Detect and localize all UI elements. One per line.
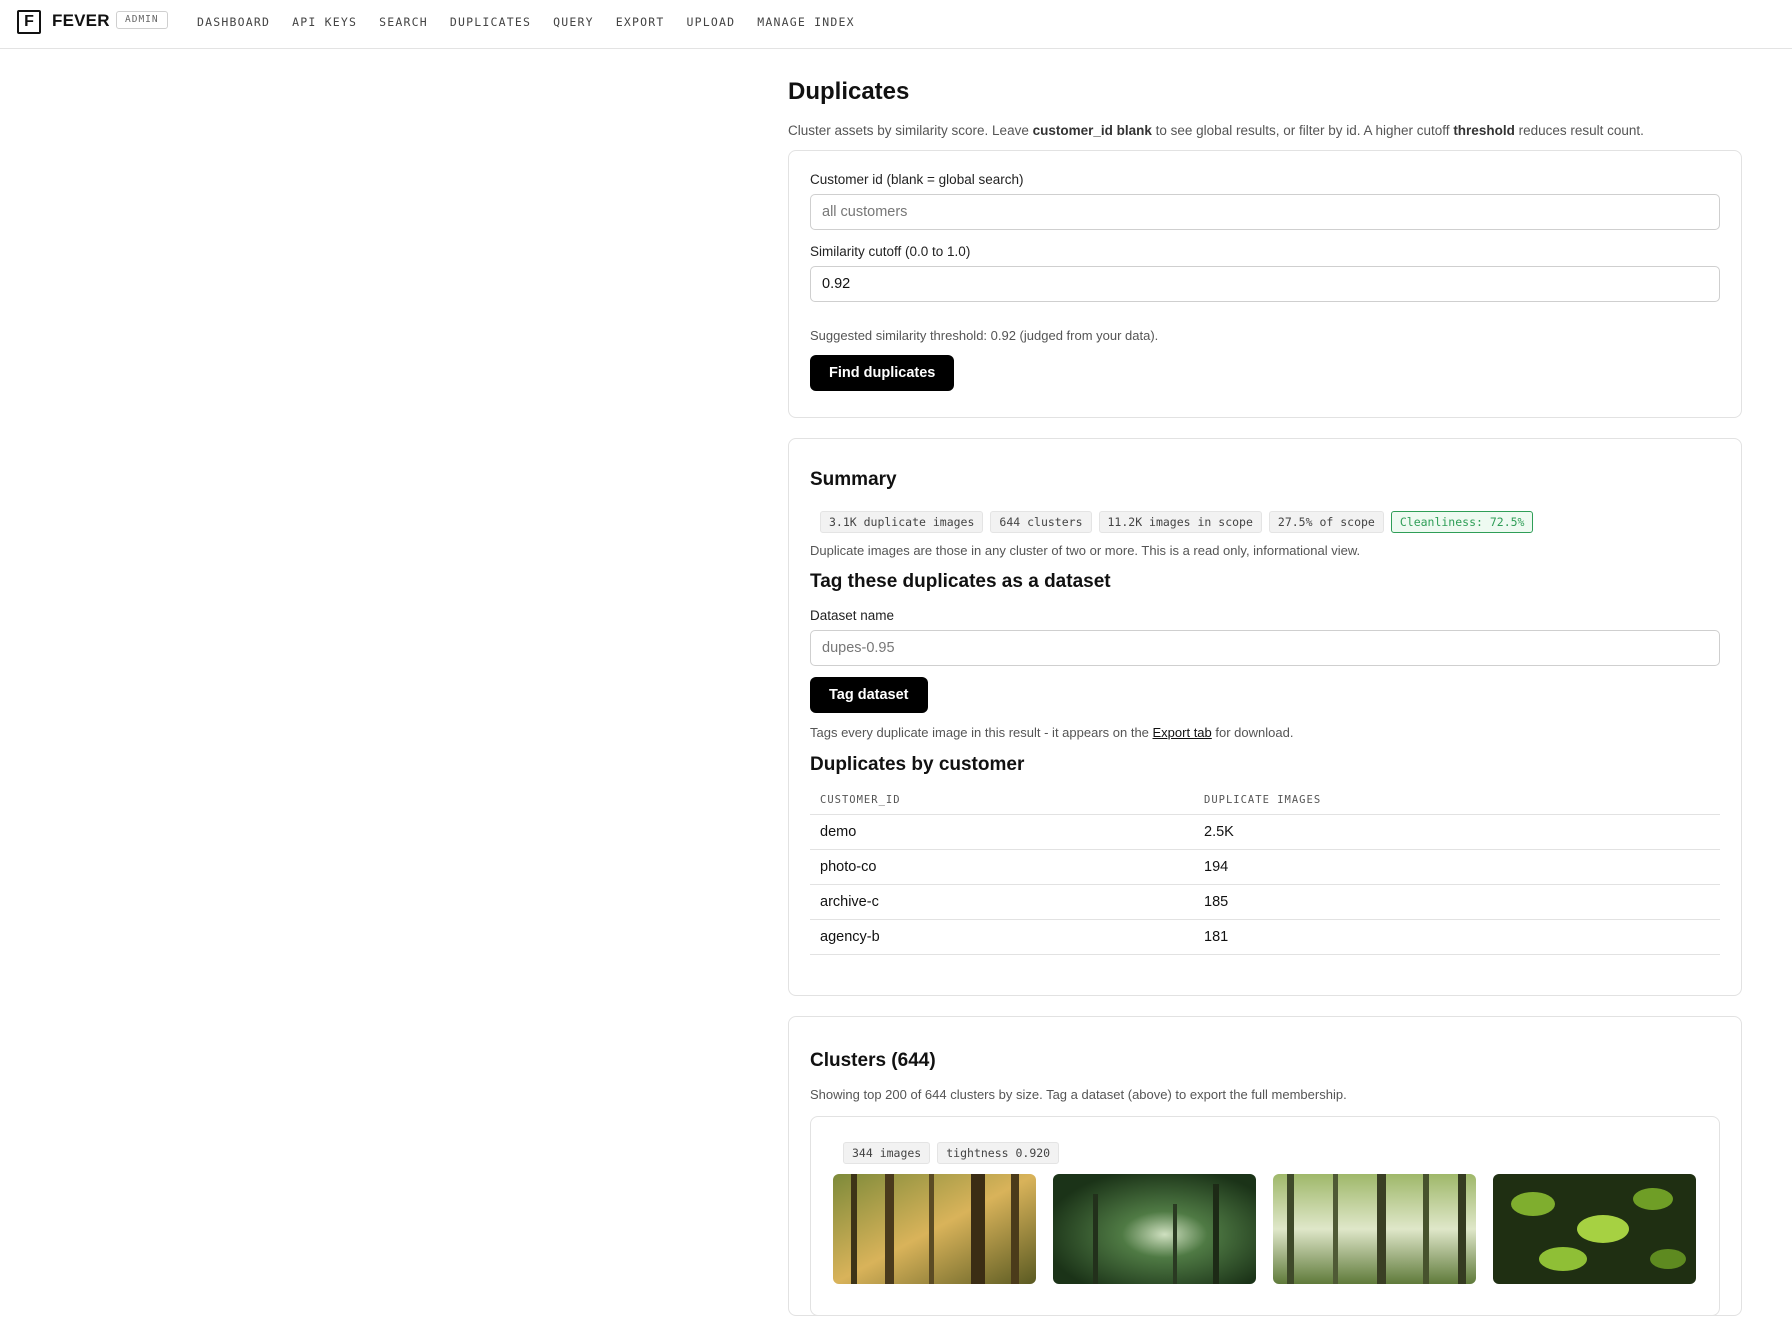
column-header-duplicate-images[interactable]: DUPLICATE IMAGES <box>1194 786 1720 815</box>
forest-image-trunks <box>1273 1173 1476 1284</box>
table-row: archive-c 185 <box>810 884 1720 920</box>
cell-customer-id: demo <box>810 814 1194 850</box>
nav-manage-index[interactable]: MANAGE INDEX <box>757 15 854 29</box>
thumbnail-image[interactable] <box>1273 1173 1476 1284</box>
cleanliness-chip: Cleanliness: 72.5% <box>1390 511 1534 533</box>
search-form-card: Customer id (blank = global search) all … <box>788 150 1742 418</box>
table-row: agency-b 181 <box>810 919 1720 955</box>
column-header-customer-id[interactable]: CUSTOMER_ID <box>810 786 1194 815</box>
cell-duplicate-count: 194 <box>1194 849 1720 885</box>
logo-letter: F <box>24 13 34 30</box>
intro-bold-threshold: threshold <box>1453 123 1515 138</box>
cell-duplicate-count: 2.5K <box>1194 814 1720 850</box>
cell-duplicate-count: 181 <box>1194 919 1720 955</box>
suggested-threshold: Suggested similarity threshold: 0.92 (ju… <box>810 328 1159 343</box>
find-duplicates-button[interactable]: Find duplicates <box>810 355 955 391</box>
page-title: Duplicates <box>788 78 910 105</box>
logo-icon[interactable]: F <box>17 10 41 34</box>
table-row: photo-co 194 <box>810 849 1720 885</box>
customer-id-label: Customer id (blank = global search) <box>810 172 1024 187</box>
nav-search[interactable]: SEARCH <box>379 15 428 29</box>
stat-chip: 27.5% of scope <box>1268 511 1384 533</box>
clusters-note: Showing top 200 of 644 clusters by size.… <box>810 1086 1347 1102</box>
intro-text: Cluster assets by similarity score. Leav… <box>788 123 1033 138</box>
thumbnail-image[interactable] <box>1493 1173 1696 1284</box>
summary-note: Duplicate images are those in any cluste… <box>810 543 1361 558</box>
cluster-tightness-chip: tightness 0.920 <box>937 1141 1060 1164</box>
tag-note: Tags every duplicate image in this resul… <box>810 725 1720 740</box>
nav-dashboard[interactable]: DASHBOARD <box>197 15 270 29</box>
forest-image-canopy <box>1053 1173 1256 1284</box>
table-header-row: CUSTOMER_ID DUPLICATE IMAGES <box>810 786 1720 815</box>
tag-note-text: for download. <box>1211 725 1294 740</box>
cluster-card[interactable]: 344 images tightness 0.920 <box>810 1115 1720 1315</box>
stat-chip: 11.2K images in scope <box>1098 511 1262 533</box>
cell-duplicate-count: 185 <box>1194 884 1720 920</box>
summary-card: Summary 3.1K duplicate images 644 cluste… <box>788 438 1742 996</box>
brand-name[interactable]: FEVER <box>52 11 110 31</box>
tag-dataset-button[interactable]: Tag dataset <box>810 677 928 713</box>
dataset-name-input[interactable]: dupes-0.95 <box>810 630 1720 666</box>
top-nav-bar: F FEVER ADMIN DASHBOARD API KEYS SEARCH … <box>0 0 1792 49</box>
cluster-thumbnails <box>833 1173 1697 1284</box>
clusters-title: Clusters (644) <box>810 1049 936 1071</box>
cluster-size-chip: 344 images <box>843 1141 931 1164</box>
cluster-chips: 344 images tightness 0.920 <box>833 1141 1697 1164</box>
dataset-name-label: Dataset name <box>810 608 895 623</box>
nav-duplicates[interactable]: DUPLICATES <box>450 15 531 29</box>
nav-api-keys[interactable]: API KEYS <box>292 15 357 29</box>
stat-chip: 3.1K duplicate images <box>820 511 984 533</box>
intro-text: to see global results, or filter by id. … <box>1151 123 1454 138</box>
summary-chips: 3.1K duplicate images 644 clusters 11.2K… <box>810 511 1720 533</box>
stat-chip: 644 clusters <box>990 511 1092 533</box>
thumbnail-image[interactable] <box>833 1173 1036 1284</box>
main-content: Duplicates Cluster assets by similarity … <box>788 78 1742 1336</box>
thumbnail-image[interactable] <box>1053 1173 1256 1284</box>
export-tab-link[interactable]: Export tab <box>1153 725 1212 740</box>
cell-customer-id: agency-b <box>810 919 1194 955</box>
tag-dataset-title: Tag these duplicates as a dataset <box>810 571 1111 592</box>
nav-export[interactable]: EXPORT <box>616 15 665 29</box>
cutoff-label: Similarity cutoff (0.0 to 1.0) <box>810 244 971 259</box>
cell-customer-id: archive-c <box>810 884 1194 920</box>
tag-note-text: Tags every duplicate image in this resul… <box>810 725 1153 740</box>
page-intro: Cluster assets by similarity score. Leav… <box>788 123 1742 138</box>
cutoff-input[interactable]: 0.92 <box>810 266 1720 302</box>
intro-bold-customer: customer_id blank <box>1032 123 1152 138</box>
clusters-card: Clusters (644) Showing top 200 of 644 cl… <box>788 1015 1742 1316</box>
summary-title: Summary <box>810 469 897 490</box>
cell-customer-id: photo-co <box>810 849 1194 885</box>
by-customer-title: Duplicates by customer <box>810 754 1025 775</box>
admin-badge: ADMIN <box>116 11 168 29</box>
main-nav: DASHBOARD API KEYS SEARCH DUPLICATES QUE… <box>197 15 877 29</box>
forest-image-sunlit <box>833 1173 1036 1284</box>
leaves-image <box>1493 1173 1696 1284</box>
intro-text: reduces result count. <box>1514 123 1644 138</box>
customer-id-input[interactable]: all customers <box>810 194 1720 230</box>
duplicates-by-customer-table: CUSTOMER_ID DUPLICATE IMAGES demo 2.5K p… <box>810 786 1720 955</box>
nav-upload[interactable]: UPLOAD <box>687 15 736 29</box>
nav-query[interactable]: QUERY <box>553 15 594 29</box>
table-row: demo 2.5K <box>810 814 1720 850</box>
